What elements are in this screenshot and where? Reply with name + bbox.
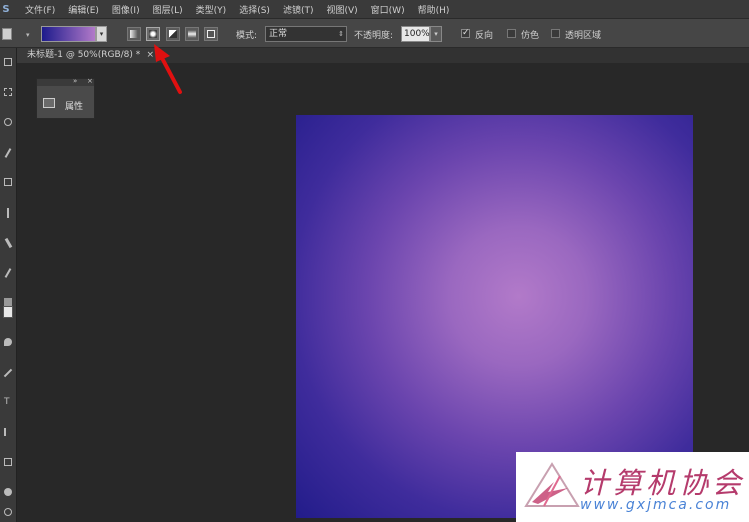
watermark-title: 计算机协会 (580, 466, 746, 500)
menu-view[interactable]: 视图(V) (326, 3, 357, 16)
type-tool-icon[interactable]: T (4, 398, 12, 407)
gradient-picker-dropdown[interactable]: ▾ (96, 26, 107, 42)
mode-label: 模式: (236, 31, 258, 41)
mode-caret-icon: ⇕ (338, 30, 344, 38)
menu-select[interactable]: 选择(S) (239, 3, 270, 16)
shape-tool-icon[interactable] (4, 458, 12, 466)
collapse-icon[interactable]: » (73, 77, 77, 85)
reflected-gradient-icon (188, 30, 196, 38)
opacity-slider-dropdown[interactable]: ▾ (430, 26, 442, 42)
move-tool-icon[interactable] (4, 58, 12, 66)
options-bar: ▾ ▾ 模式: 正常 ⇕ 不透明度: 100% ▾ ✓ 反向 仿色 透明区域 (0, 18, 749, 48)
mode-value: 正常 (269, 29, 288, 39)
menu-bar: S 文件(F) 编辑(E) 图像(I) 图层(L) 类型(Y) 选择(S) 滤镜… (0, 0, 749, 18)
red-arrow-annotation (154, 44, 182, 94)
reverse-checkbox[interactable]: ✓ (461, 29, 470, 38)
marquee-tool-icon[interactable] (4, 88, 12, 96)
eraser-tool-icon[interactable] (4, 298, 12, 306)
eyedropper-tool-icon[interactable] (7, 208, 9, 218)
angle-gradient-button[interactable] (166, 27, 180, 41)
stamp-tool-icon[interactable] (4, 268, 12, 278)
angle-gradient-icon (169, 30, 177, 38)
diamond-gradient-button[interactable] (204, 27, 218, 41)
linear-gradient-button[interactable] (127, 27, 141, 41)
opacity-label: 不透明度: (354, 31, 394, 41)
blur-tool-icon[interactable] (4, 338, 12, 346)
radial-gradient-button[interactable] (146, 27, 160, 41)
watermark: 计算机协会 www.gxjmca.com (516, 452, 749, 522)
properties-icon (43, 98, 55, 108)
close-icon[interactable]: × (87, 77, 93, 85)
lasso-tool-icon[interactable] (4, 118, 12, 126)
properties-label: 属性 (65, 102, 84, 112)
mode-select[interactable]: 正常 ⇕ (265, 26, 347, 42)
menu-type[interactable]: 类型(Y) (196, 3, 227, 16)
opacity-input[interactable]: 100% (401, 26, 430, 42)
document-tab[interactable]: 未标题-1 @ 50%(RGB/8) * × (17, 48, 157, 63)
crop-tool-icon[interactable] (4, 178, 12, 186)
linear-gradient-icon (130, 30, 138, 38)
dither-checkbox[interactable] (507, 29, 516, 38)
menu-image[interactable]: 图像(I) (112, 3, 140, 16)
transparency-checkbox[interactable] (551, 29, 560, 38)
tool-preset-caret-icon[interactable]: ▾ (26, 31, 30, 39)
path-select-tool-icon[interactable] (4, 428, 12, 436)
brush-tool-icon[interactable] (4, 237, 13, 249)
zoom-tool-icon[interactable] (4, 508, 12, 516)
watermark-url: www.gxjmca.com (580, 497, 732, 513)
tools-panel: T (0, 48, 17, 522)
watermark-logo-icon (524, 462, 580, 507)
menu-window[interactable]: 窗口(W) (371, 3, 405, 16)
transparency-label: 透明区域 (565, 31, 602, 41)
radial-gradient-icon (149, 30, 157, 38)
menu-file[interactable]: 文件(F) (25, 3, 55, 16)
gradient-preview-swatch[interactable] (41, 26, 96, 42)
hand-tool-icon[interactable] (4, 488, 12, 496)
menu-filter[interactable]: 滤镜(T) (283, 3, 314, 16)
document-tab-title: 未标题-1 @ 50%(RGB/8) * (27, 50, 141, 60)
reflected-gradient-button[interactable] (185, 27, 199, 41)
tool-preset-icon[interactable] (2, 28, 12, 40)
dither-label: 仿色 (521, 31, 540, 41)
menu-layer[interactable]: 图层(L) (153, 3, 183, 16)
menu-help[interactable]: 帮助(H) (418, 3, 450, 16)
reverse-label: 反向 (475, 31, 494, 41)
app-logo: S (2, 3, 10, 15)
properties-panel[interactable]: » × 属性 (36, 77, 95, 119)
gradient-tool-icon[interactable] (3, 306, 13, 318)
menu-edit[interactable]: 编辑(E) (68, 3, 99, 16)
diamond-gradient-icon (207, 30, 215, 38)
document-tab-bar: 未标题-1 @ 50%(RGB/8) * × (17, 48, 749, 63)
properties-panel-header[interactable]: » × (37, 77, 94, 86)
quick-select-tool-icon[interactable] (4, 148, 12, 158)
pen-tool-icon[interactable] (3, 368, 13, 378)
